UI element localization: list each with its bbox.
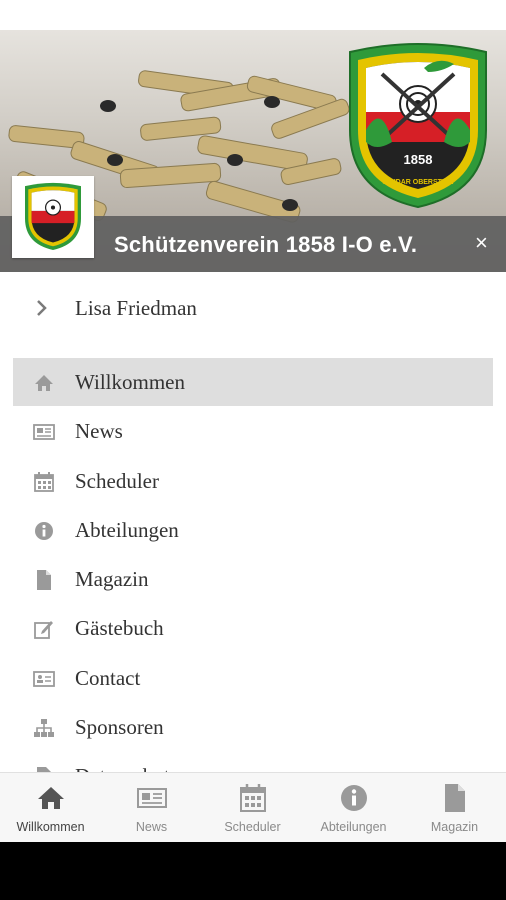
menu-item-contact[interactable]: Contact xyxy=(0,654,506,703)
info-icon xyxy=(35,521,53,540)
menu-item-gastebuch[interactable]: Gästebuch xyxy=(0,604,506,653)
menu-item-magazin[interactable]: Magazin xyxy=(0,555,506,604)
bottom-nav-news[interactable]: News xyxy=(101,773,202,843)
system-navigation-bar xyxy=(0,842,506,900)
bottom-nav-willkommen[interactable]: Willkommen xyxy=(0,773,101,843)
bottom-nav-label: Abteilungen xyxy=(320,820,387,834)
menu-item-label: Abteilungen xyxy=(75,517,179,542)
menu-item-sponsoren[interactable]: Sponsoren xyxy=(0,703,506,752)
avatar-logo-image xyxy=(25,182,81,250)
menu-item-label: News xyxy=(75,419,123,444)
logo-ring-text: SV IDAR OBERSTEIN xyxy=(382,179,453,186)
calendar-icon xyxy=(240,784,266,812)
drawer-header: 1858 SV IDAR OBERSTEIN Schützenverein 18… xyxy=(0,30,506,272)
bottom-navigation: Willkommen News Scheduler Abteilungen Ma… xyxy=(0,772,506,843)
status-bar xyxy=(0,0,506,30)
close-button[interactable]: × xyxy=(475,230,488,256)
menu-item-willkommen[interactable]: Willkommen xyxy=(0,358,506,407)
bottom-nav-label: Scheduler xyxy=(224,820,281,834)
bottom-nav-magazin[interactable]: Magazin xyxy=(404,773,505,843)
user-name: Lisa Friedman xyxy=(75,296,197,320)
bottom-nav-label: Willkommen xyxy=(16,820,85,834)
menu-item-abteilungen[interactable]: Abteilungen xyxy=(0,506,506,555)
home-icon xyxy=(38,787,64,809)
calendar-icon xyxy=(34,471,54,492)
menu-item-news[interactable]: News xyxy=(0,407,506,456)
menu-item-label: Magazin xyxy=(75,567,149,592)
document-icon xyxy=(445,784,465,812)
newspaper-icon xyxy=(33,424,55,441)
bottom-nav-scheduler[interactable]: Scheduler xyxy=(202,773,303,843)
drawer-menu: Willkommen News Scheduler Abteilungen Ma… xyxy=(0,358,506,802)
bottom-nav-label: News xyxy=(135,820,168,834)
newspaper-icon xyxy=(137,788,167,808)
chevron-right-icon xyxy=(37,300,47,316)
logo-year: 1858 xyxy=(404,152,433,167)
club-logo: 1858 SV IDAR OBERSTEIN xyxy=(349,43,487,209)
menu-item-label: Willkommen xyxy=(75,370,185,394)
contact-card-icon xyxy=(33,670,55,687)
menu-item-label: Gästebuch xyxy=(75,616,164,641)
menu-item-scheduler[interactable]: Scheduler xyxy=(0,457,506,506)
sitemap-icon xyxy=(34,719,54,738)
menu-item-label: Scheduler xyxy=(75,468,159,493)
drawer-title: Schützenverein 1858 I-O e.V. xyxy=(114,232,418,257)
edit-icon xyxy=(34,621,53,640)
info-icon xyxy=(341,785,367,811)
bottom-nav-abteilungen[interactable]: Abteilungen xyxy=(303,773,404,843)
menu-item-label: Contact xyxy=(75,665,141,690)
user-profile-row[interactable]: Lisa Friedman xyxy=(0,282,506,334)
document-icon xyxy=(37,570,51,591)
avatar[interactable] xyxy=(12,176,94,258)
bottom-nav-label: Magazin xyxy=(430,820,479,834)
menu-item-label: Sponsoren xyxy=(75,715,164,740)
home-icon xyxy=(35,375,53,391)
